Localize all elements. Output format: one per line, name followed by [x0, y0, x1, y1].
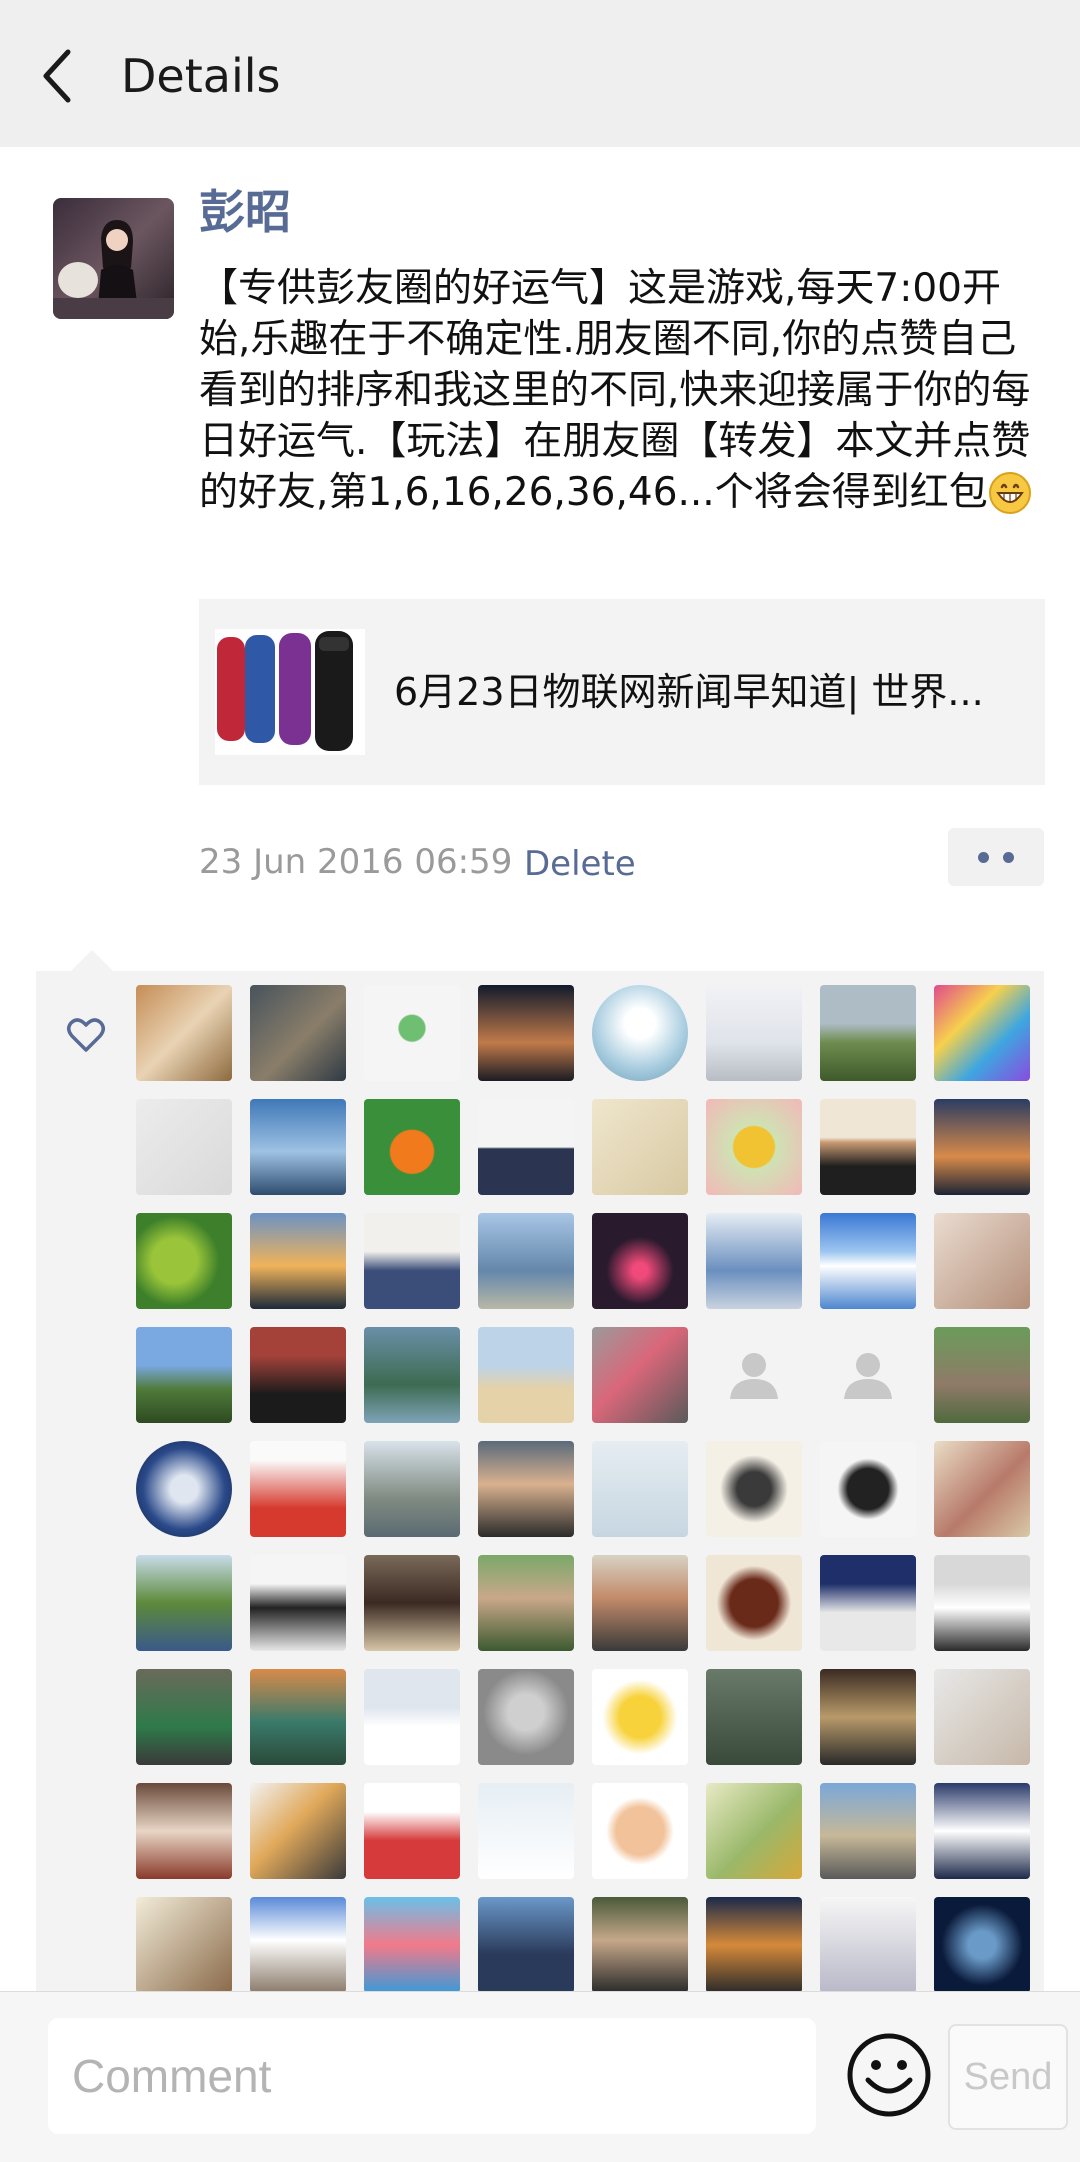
liker-avatar[interactable] — [250, 985, 346, 1081]
liker-avatar[interactable] — [706, 1669, 802, 1765]
liker-avatar[interactable] — [934, 1327, 1030, 1423]
liker-avatar[interactable] — [250, 1555, 346, 1651]
liker-avatar[interactable] — [706, 1441, 802, 1537]
liker-avatar[interactable] — [478, 1213, 574, 1309]
back-arrow-icon[interactable] — [38, 44, 78, 108]
more-dots-icon — [978, 852, 989, 863]
liker-avatar[interactable] — [820, 985, 916, 1081]
liker-avatar[interactable] — [478, 1099, 574, 1195]
liker-avatar[interactable] — [136, 1897, 232, 1991]
liker-avatar[interactable] — [250, 1783, 346, 1879]
liker-avatar[interactable] — [592, 1555, 688, 1651]
default-avatar-icon — [844, 1353, 892, 1399]
liker-avatar[interactable] — [250, 1099, 346, 1195]
heart-icon — [67, 1018, 105, 1052]
liker-avatar[interactable] — [364, 1555, 460, 1651]
liker-avatar[interactable] — [592, 1213, 688, 1309]
shared-link-card[interactable]: 6月23日物联网新闻早知道| 世界... — [199, 599, 1045, 785]
liker-avatar[interactable] — [706, 1897, 802, 1991]
liker-avatar[interactable] — [250, 1897, 346, 1991]
liker-avatar[interactable] — [136, 1099, 232, 1195]
liker-avatar[interactable] — [934, 1441, 1030, 1537]
liker-avatar[interactable] — [478, 1783, 574, 1879]
link-thumbnail — [215, 629, 365, 755]
liker-avatar[interactable] — [820, 1327, 916, 1423]
liker-avatar[interactable] — [820, 1555, 916, 1651]
liker-avatar[interactable] — [706, 1327, 802, 1423]
liker-avatar[interactable] — [136, 1555, 232, 1651]
liker-avatar[interactable] — [136, 1669, 232, 1765]
liker-avatar[interactable] — [592, 1327, 688, 1423]
liker-avatar[interactable] — [820, 1897, 916, 1991]
liker-avatar[interactable] — [934, 1783, 1030, 1879]
comment-input[interactable] — [48, 2018, 816, 2134]
liker-avatar[interactable] — [706, 1099, 802, 1195]
liker-avatar[interactable] — [706, 1555, 802, 1651]
author-avatar[interactable] — [53, 198, 174, 319]
liker-avatar[interactable] — [706, 985, 802, 1081]
liker-avatar[interactable] — [478, 1441, 574, 1537]
liker-avatar[interactable] — [364, 985, 460, 1081]
liker-avatar[interactable] — [592, 1897, 688, 1991]
liker-avatar[interactable] — [136, 1213, 232, 1309]
liker-avatar[interactable] — [934, 1099, 1030, 1195]
liker-avatar[interactable] — [934, 1897, 1030, 1991]
liker-avatar[interactable] — [136, 1327, 232, 1423]
link-title: 6月23日物联网新闻早知道| 世界... — [394, 670, 984, 714]
liker-avatar[interactable] — [706, 1783, 802, 1879]
liker-avatar[interactable] — [136, 985, 232, 1081]
post-content: 【专供彭友圈的好运气】这是游戏,每天7:00开始,乐趣在于不确定性.朋友圈不同,… — [199, 263, 1049, 518]
liker-avatar[interactable] — [934, 1669, 1030, 1765]
grinning-face-emoji — [988, 472, 1031, 514]
liker-avatar[interactable] — [478, 1327, 574, 1423]
author-name[interactable]: 彭昭 — [199, 182, 291, 242]
liker-avatar[interactable] — [136, 1441, 232, 1537]
post-timestamp: 23 Jun 2016 06:59 — [199, 842, 513, 882]
liker-avatar[interactable] — [592, 1099, 688, 1195]
liker-avatar[interactable] — [592, 1669, 688, 1765]
liker-avatar[interactable] — [250, 1441, 346, 1537]
liker-avatar[interactable] — [364, 1099, 460, 1195]
likes-panel — [36, 971, 1044, 1991]
delete-button[interactable]: Delete — [524, 840, 636, 888]
liker-avatar[interactable] — [250, 1669, 346, 1765]
comment-bar: Send — [0, 1991, 1080, 2162]
liker-avatar[interactable] — [820, 1441, 916, 1537]
post-text: 【专供彭友圈的好运气】这是游戏,每天7:00开始,乐趣在于不确定性.朋友圈不同,… — [199, 266, 1031, 515]
liker-avatar[interactable] — [934, 1213, 1030, 1309]
likes-panel-pointer — [70, 950, 114, 972]
liker-avatar[interactable] — [250, 1327, 346, 1423]
liker-avatar[interactable] — [478, 985, 574, 1081]
default-avatar-icon — [730, 1353, 778, 1399]
liker-avatar[interactable] — [364, 1213, 460, 1309]
more-dots-icon — [1003, 852, 1014, 863]
nav-bar: Details — [0, 0, 1080, 147]
liker-avatar[interactable] — [364, 1669, 460, 1765]
liker-avatar[interactable] — [820, 1783, 916, 1879]
liker-avatar[interactable] — [478, 1669, 574, 1765]
more-options-button[interactable] — [948, 828, 1044, 886]
liker-avatar[interactable] — [934, 985, 1030, 1081]
liker-avatar[interactable] — [478, 1555, 574, 1651]
liker-avatar[interactable] — [364, 1327, 460, 1423]
liker-avatar[interactable] — [478, 1897, 574, 1991]
smiley-icon[interactable] — [846, 2032, 932, 2118]
liker-avatar[interactable] — [364, 1783, 460, 1879]
liker-avatar[interactable] — [706, 1213, 802, 1309]
liker-avatar[interactable] — [250, 1213, 346, 1309]
liker-avatar[interactable] — [934, 1555, 1030, 1651]
author-avatar-image — [53, 198, 174, 319]
liker-avatar[interactable] — [592, 1783, 688, 1879]
liker-avatar[interactable] — [136, 1783, 232, 1879]
send-button[interactable]: Send — [948, 2024, 1068, 2130]
liker-avatar[interactable] — [592, 985, 688, 1081]
page-title: Details — [121, 49, 281, 103]
liker-avatars-grid — [136, 985, 1036, 1991]
liker-avatar[interactable] — [820, 1213, 916, 1309]
liker-avatar[interactable] — [820, 1099, 916, 1195]
liker-avatar[interactable] — [364, 1441, 460, 1537]
liker-avatar[interactable] — [592, 1441, 688, 1537]
liker-avatar[interactable] — [820, 1669, 916, 1765]
liker-avatar[interactable] — [364, 1897, 460, 1991]
